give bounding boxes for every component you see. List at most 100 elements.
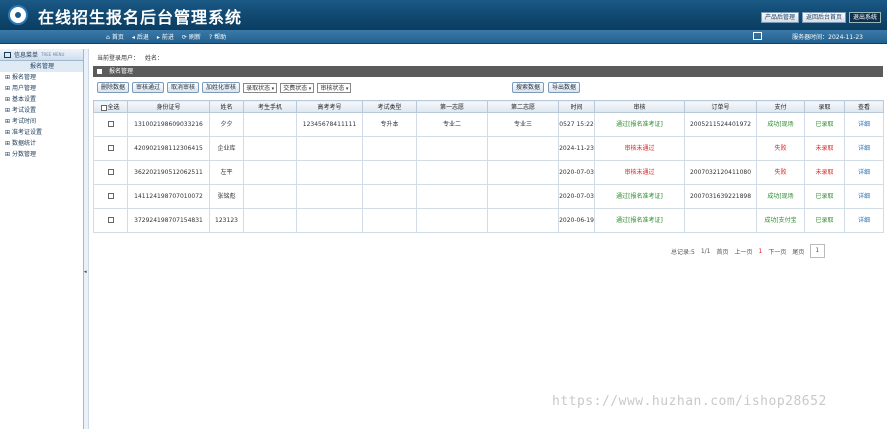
row-checkbox-cell[interactable] [93, 208, 128, 233]
view-detail-link[interactable]: 详细 [844, 184, 884, 209]
row-checkbox[interactable] [107, 193, 114, 199]
row-checkbox[interactable] [107, 121, 114, 127]
back-home-button[interactable]: 返回后台首页 [801, 12, 846, 23]
plus-icon: ⊞ [5, 74, 11, 81]
sidebar-item-registration-active[interactable]: 报名管理 [0, 61, 83, 72]
select-all-header[interactable]: 全选 [93, 100, 128, 113]
column-header: 订单号 [684, 100, 757, 113]
total-records: 总记录:5 [671, 248, 695, 256]
page-jump-input[interactable]: 1 [810, 244, 826, 258]
row-checkbox[interactable] [107, 169, 114, 175]
cell-order: 2005211524401972 [684, 112, 757, 137]
logout-button[interactable]: 退出系统 [848, 12, 881, 23]
cell-admit: 已录取 [804, 208, 845, 233]
cell-id: 362202190512062511 [127, 160, 210, 185]
cancel-review-button[interactable]: 取消审核 [167, 82, 200, 93]
sidebar-item-exam-settings[interactable]: ⊞ 考试设置 [0, 105, 83, 116]
review-status-select[interactable]: 审核状态 [317, 82, 352, 93]
nav-links: ⌂ 首页 ◂ 后退 ▸ 前进 ⟳ 刷新 ? 帮助 [106, 32, 226, 41]
back-icon: ◂ [131, 34, 135, 41]
cell-phone [243, 112, 297, 137]
cell-phone [243, 160, 297, 185]
cell-first [416, 136, 488, 161]
view-detail-link[interactable]: 详细 [844, 112, 884, 137]
plus-icon: ⊞ [5, 85, 11, 92]
column-header: 审核 [594, 100, 685, 113]
table-row: 141124198707010072 张铭彪 2020-07-03 通过[报名准考证]… [93, 184, 884, 209]
user-info: 当前登录用户： 姓名： [97, 53, 163, 62]
table-header-row: 全选 身份证号 姓名 考生手机 高考考号 考试类型 第一志愿 第二志愿 时间 审… [93, 100, 884, 113]
cell-admit: 未录取 [804, 160, 845, 185]
nav-bar: ⌂ 首页 ◂ 后退 ▸ 前进 ⟳ 刷新 ? 帮助 服务器时间：2024-11-23 [0, 30, 887, 44]
next-page-link[interactable]: 下一页 [768, 247, 786, 256]
cell-review: 通过[报名准考证] [594, 112, 685, 137]
plus-icon: ⊞ [5, 96, 11, 103]
search-button[interactable]: 搜索数据 [512, 82, 545, 93]
product-admin-button[interactable]: 产品后管理 [760, 12, 799, 23]
row-checkbox[interactable] [107, 145, 114, 151]
section-title-bar: 报名管理 [93, 66, 883, 77]
cell-phone [243, 184, 297, 209]
sidebar-item-scores[interactable]: ⊞ 分数管理 [0, 149, 83, 160]
current-page[interactable]: 1 [759, 248, 763, 255]
row-checkbox-cell[interactable] [93, 184, 128, 209]
cell-id: 372924198707154831 [127, 208, 210, 233]
toolbar-right: 搜索数据 导出数据 [512, 82, 581, 93]
sidebar-item-statistics[interactable]: ⊞ 数据统计 [0, 138, 83, 149]
cell-id: 141124198707010072 [127, 184, 210, 209]
prev-page-link[interactable]: 上一页 [735, 247, 753, 256]
column-header: 第一志愿 [416, 100, 488, 113]
cell-order [684, 208, 757, 233]
cell-name: 张铭彪 [209, 184, 244, 209]
cell-pay: 成功[现场 [756, 184, 805, 209]
cell-type: 专升本 [362, 112, 417, 137]
row-checkbox[interactable] [107, 217, 114, 223]
monitor-icon [753, 32, 762, 40]
sidebar-item-admission-ticket[interactable]: ⊞ 准考证设置 [0, 127, 83, 138]
forward-icon: ▸ [156, 34, 160, 41]
cell-pay: 成功[支付宝 [756, 208, 805, 233]
cell-first [416, 160, 488, 185]
column-header: 考生手机 [243, 100, 297, 113]
cell-time: 2020-06-19 [558, 208, 595, 233]
view-detail-link[interactable]: 详细 [844, 208, 884, 233]
refresh-link[interactable]: ⟳ 刷新 [182, 32, 201, 41]
export-button[interactable]: 导出数据 [548, 82, 581, 93]
admission-status-select[interactable]: 录取状态 [243, 82, 278, 93]
column-header: 姓名 [209, 100, 244, 113]
cell-exam-no [296, 208, 363, 233]
delete-button[interactable]: 删除数据 [97, 82, 130, 93]
registration-table: 全选 身份证号 姓名 考生手机 高考考号 考试类型 第一志愿 第二志愿 时间 审… [93, 100, 884, 233]
first-page-link[interactable]: 首页 [717, 247, 729, 256]
sidebar-item-users[interactable]: ⊞ 用户管理 [0, 83, 83, 94]
sidebar-item-registration[interactable]: ⊞ 报名管理 [0, 72, 83, 83]
plus-icon: ⊞ [5, 107, 11, 114]
row-checkbox-cell[interactable] [93, 112, 128, 137]
cell-time: 0527 15:22 [558, 112, 595, 137]
row-checkbox-cell[interactable] [93, 136, 128, 161]
batch-review-button[interactable]: 加姓化审核 [202, 82, 241, 93]
last-page-link[interactable]: 尾页 [792, 247, 804, 256]
back-link[interactable]: ◂ 后退 [132, 32, 149, 41]
logo-icon [8, 5, 28, 25]
column-header: 高考考号 [296, 100, 363, 113]
sidebar-item-basic-settings[interactable]: ⊞ 基本设置 [0, 94, 83, 105]
pager: 总记录:5 1/1 首页 上一页 1 下一页 尾页 1 [671, 244, 826, 258]
cell-name: 企业库 [209, 136, 244, 161]
view-detail-link[interactable]: 详细 [844, 160, 884, 185]
refresh-icon: ⟳ [181, 34, 187, 41]
column-header: 支付 [756, 100, 805, 113]
forward-link[interactable]: ▸ 前进 [157, 32, 174, 41]
row-checkbox-cell[interactable] [93, 160, 128, 185]
cell-time: 2020-07-03 [558, 160, 595, 185]
view-detail-link[interactable]: 详细 [844, 136, 884, 161]
sidebar-item-exam-time[interactable]: ⊞ 考试时间 [0, 116, 83, 127]
approve-button[interactable]: 审核通过 [132, 82, 165, 93]
home-link[interactable]: ⌂ 首页 [106, 32, 124, 41]
cell-time: 2024-11-23 [558, 136, 595, 161]
cell-exam-no [296, 184, 363, 209]
payment-status-select[interactable]: 交费状态 [280, 82, 315, 93]
cell-id: 420902198112306415 [127, 136, 210, 161]
help-link[interactable]: ? 帮助 [209, 32, 226, 41]
collapse-arrow-icon: ◂ [84, 269, 87, 275]
